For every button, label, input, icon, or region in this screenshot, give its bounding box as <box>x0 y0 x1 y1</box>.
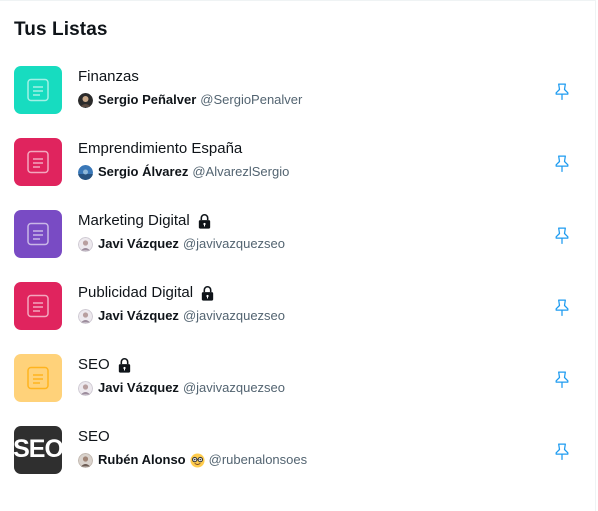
avatar <box>78 380 93 396</box>
list-thumbnail: SEO <box>14 426 62 474</box>
list-thumbnail <box>14 66 62 114</box>
list-owner-row: Sergio Peñalver @SergioPenalver <box>78 92 302 108</box>
list-item-publicidad-digital[interactable]: Publicidad Digital Javi Vázquez @javivaz… <box>0 282 596 354</box>
list-item-marketing-digital[interactable]: Marketing Digital Javi Vázquez @javivazq… <box>0 210 596 282</box>
list-thumbnail <box>14 354 62 402</box>
owner-name: Rubén Alonso <box>98 452 186 467</box>
list-document-icon <box>27 150 49 174</box>
list-name: Emprendimiento España <box>78 140 243 157</box>
list-document-icon <box>27 78 49 102</box>
list-name-row: SEO <box>78 428 110 446</box>
pin-icon[interactable] <box>552 442 572 462</box>
nerd-face-icon <box>190 452 205 468</box>
list-item-seo-private[interactable]: SEO Javi Vázquez @javivazquezseo <box>0 354 596 426</box>
list-item-seo-public[interactable]: SEO SEO Rubén Alonso @rubenalonsoes <box>0 426 596 498</box>
owner-name: Javi Vázquez <box>98 236 179 251</box>
lock-icon <box>118 357 130 373</box>
list-name-row: Finanzas <box>78 68 139 86</box>
lock-icon <box>198 213 210 229</box>
owner-handle: @javivazquezseo <box>182 308 286 323</box>
pin-icon[interactable] <box>552 226 572 246</box>
owner-handle: @javivazquezseo <box>182 380 286 395</box>
list-name-row: Publicidad Digital <box>78 284 216 302</box>
thumbnail-text: SEO <box>14 434 62 463</box>
owner-handle: @rubenalonsoes <box>208 452 308 467</box>
list-name: Publicidad Digital <box>78 284 194 301</box>
pin-icon[interactable] <box>552 154 572 174</box>
list-name-row: Emprendimiento España <box>78 140 242 158</box>
list-name: SEO <box>78 356 110 373</box>
page-title: Tus Listas <box>14 19 108 40</box>
pin-icon[interactable] <box>552 298 572 318</box>
owner-handle: @SergioPenalver <box>200 92 303 107</box>
avatar <box>78 452 93 468</box>
avatar <box>78 308 93 324</box>
list-owner-row: Sergio Álvarez @AlvarezlSergio <box>78 164 289 180</box>
owner-name: Javi Vázquez <box>98 308 179 323</box>
list-owner-row: Javi Vázquez @javivazquezseo <box>78 236 285 252</box>
list-name: Marketing Digital <box>78 212 190 229</box>
avatar <box>78 236 93 252</box>
owner-handle: @javivazquezseo <box>182 236 286 251</box>
list-owner-row: Javi Vázquez @javivazquezseo <box>78 308 285 324</box>
list-document-icon <box>27 294 49 318</box>
pin-icon[interactable] <box>552 82 572 102</box>
list-thumbnail <box>14 138 62 186</box>
list-thumbnail <box>14 282 62 330</box>
list-name: Finanzas <box>78 68 139 85</box>
avatar <box>78 164 93 180</box>
list-document-icon <box>27 366 49 390</box>
list-document-icon <box>27 222 49 246</box>
pin-icon[interactable] <box>552 370 572 390</box>
owner-name: Sergio Peñalver <box>98 92 197 107</box>
lock-icon <box>201 285 214 301</box>
owner-name: Sergio Álvarez <box>98 164 189 179</box>
owner-handle: @AlvarezlSergio <box>192 164 290 179</box>
list-item-emprendimiento[interactable]: Emprendimiento España Sergio Álvarez @Al… <box>0 138 596 210</box>
list-name-row: Marketing Digital <box>78 212 213 230</box>
list-thumbnail <box>14 210 62 258</box>
list-name: SEO <box>78 428 110 445</box>
list-owner-row: Rubén Alonso @rubenalonsoes <box>78 452 307 468</box>
lists-panel: Tus Listas Finanzas Sergio Peñalver @Ser… <box>0 0 596 511</box>
owner-name: Javi Vázquez <box>98 380 179 395</box>
avatar <box>78 92 93 108</box>
list-name-row: SEO <box>78 356 133 374</box>
list-item-finanzas[interactable]: Finanzas Sergio Peñalver @SergioPenalver <box>0 66 596 138</box>
list-owner-row: Javi Vázquez @javivazquezseo <box>78 380 285 396</box>
